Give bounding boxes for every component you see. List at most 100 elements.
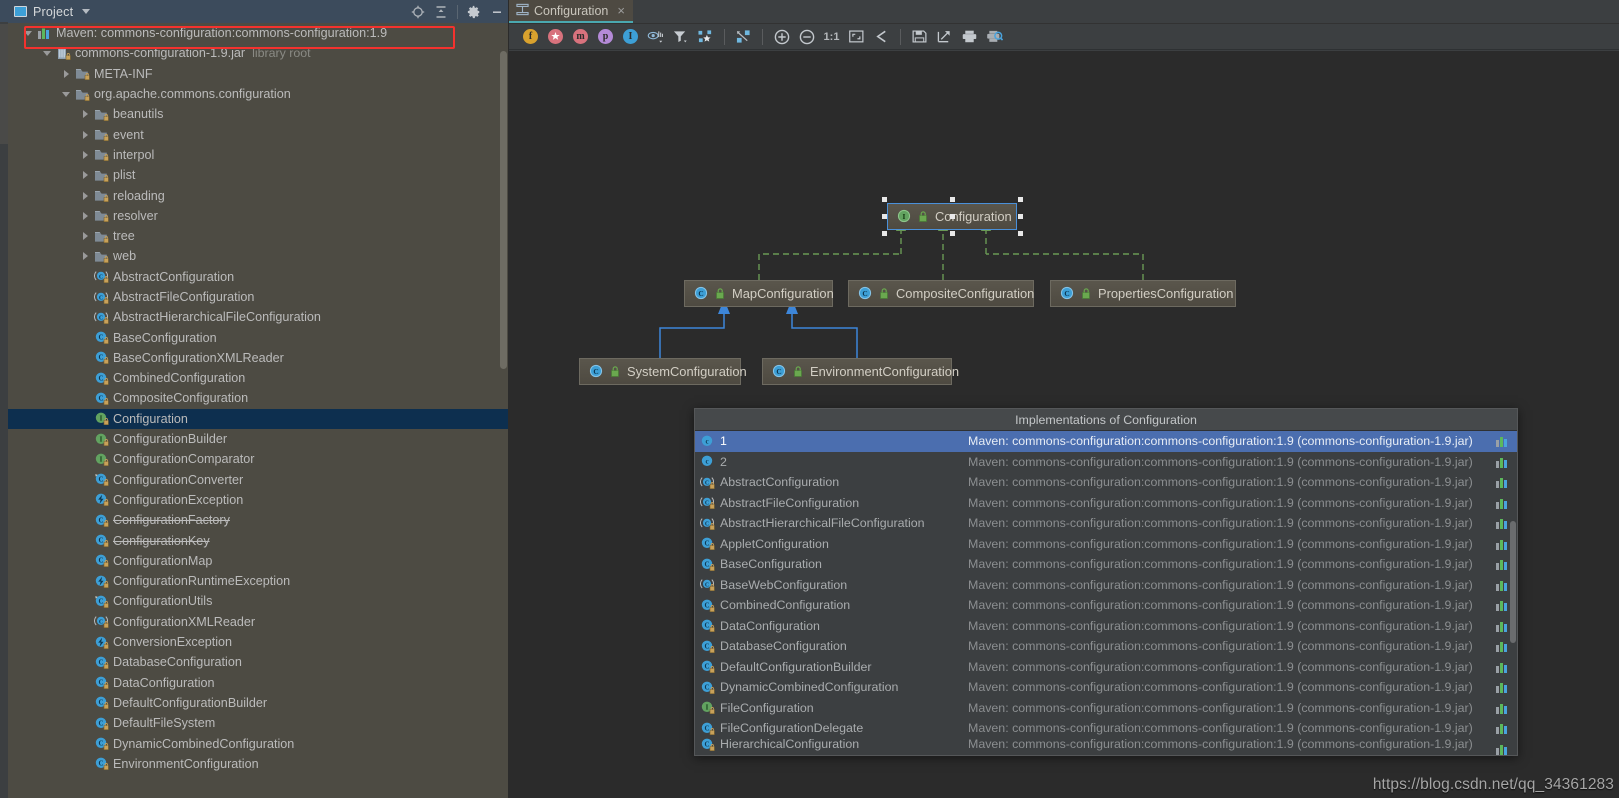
tree-item-org-apache-commons-configuration[interactable]: org.apache.commons.configuration <box>8 84 508 104</box>
implementation-row[interactable]: C CombinedConfiguration Maven: commons-con… <box>695 595 1517 616</box>
implementation-row[interactable]: C BaseConfiguration Maven: commons-configu… <box>695 554 1517 575</box>
layout-button[interactable] <box>869 25 894 49</box>
tree-item-interpol[interactable]: interpol <box>8 145 508 165</box>
show-properties-toggle[interactable]: p <box>593 25 618 49</box>
actual-size-button[interactable]: 1:1 <box>819 25 844 49</box>
locate-icon[interactable] <box>411 5 425 19</box>
tree-item-abstracthierarchicalfileconfiguration[interactable]: C AbstractHierarchicalFileConfiguration <box>8 307 508 327</box>
tree-item-event[interactable]: event <box>8 124 508 144</box>
export-to-file-button[interactable] <box>932 25 957 49</box>
selection-handle[interactable] <box>1018 231 1023 236</box>
chevron-right-icon[interactable] <box>62 68 73 79</box>
tree-item-configurationmap[interactable]: C ConfigurationMap <box>8 551 508 571</box>
diagram-node-environmentconfiguration[interactable]: C EnvironmentConfiguration <box>762 358 959 385</box>
tree-item-maven-commons-configuration-commons-configuration-1-9[interactable]: Maven: commons-configuration:commons-con… <box>8 23 508 43</box>
implementation-row[interactable]: c 2 Maven: commons-configuration:commons-c… <box>695 452 1517 473</box>
print-button[interactable] <box>957 25 982 49</box>
minimize-icon[interactable] <box>490 5 504 19</box>
print-preview-button[interactable] <box>982 25 1007 49</box>
show-constructors-toggle[interactable] <box>543 25 568 49</box>
tree-item-configurationkey[interactable]: C ConfigurationKey <box>8 530 508 550</box>
close-icon[interactable]: × <box>617 3 625 18</box>
zoom-in-button[interactable] <box>769 25 794 49</box>
show-inner-classes-toggle[interactable]: I <box>618 25 643 49</box>
tree-item-meta-inf[interactable]: META-INF <box>8 64 508 84</box>
chevron-right-icon[interactable] <box>81 251 92 262</box>
project-title-group[interactable]: Project <box>14 5 91 19</box>
tree-item-configurationconverter[interactable]: C ConfigurationConverter <box>8 470 508 490</box>
selection-handle[interactable] <box>950 197 955 202</box>
implementation-row[interactable]: C DynamicCombinedConfiguration Maven: comm… <box>695 677 1517 698</box>
diagram-node-mapconfiguration[interactable]: C MapConfiguration <box>684 280 834 307</box>
tree-item-abstractconfiguration[interactable]: C AbstractConfiguration <box>8 267 508 287</box>
tree-item-defaultconfigurationbuilder[interactable]: C DefaultConfigurationBuilder <box>8 693 508 713</box>
tree-item-baseconfiguration[interactable]: C BaseConfiguration <box>8 327 508 347</box>
add-to-favorites-button[interactable] <box>693 25 718 49</box>
tree-item-dataconfiguration[interactable]: C DataConfiguration <box>8 673 508 693</box>
selection-handle[interactable] <box>950 231 955 236</box>
tree-item-commons-configuration-1-9-jar[interactable]: commons-configuration-1.9.jar library roo… <box>8 43 508 63</box>
selection-handle[interactable] <box>1018 214 1023 219</box>
tree-item-configuration[interactable]: I Configuration <box>8 408 508 429</box>
implementations-scrollbar[interactable] <box>1510 521 1516 643</box>
tree-item-configurationruntimeexception[interactable]: ConfigurationRuntimeException <box>8 571 508 591</box>
chevron-right-icon[interactable] <box>81 231 92 242</box>
tree-item-tree[interactable]: tree <box>8 226 508 246</box>
chevron-right-icon[interactable] <box>81 190 92 201</box>
uml-diagram-canvas[interactable]: I Configuration C MapConfiguration C Composit… <box>509 51 1619 798</box>
selection-handle[interactable] <box>882 197 887 202</box>
tree-item-conversionexception[interactable]: ConversionException <box>8 632 508 652</box>
tree-item-combinedconfiguration[interactable]: C CombinedConfiguration <box>8 368 508 388</box>
implementation-row[interactable]: C DatabaseConfiguration Maven: commons-con… <box>695 636 1517 657</box>
tree-item-configurationcomparator[interactable]: I ConfigurationComparator <box>8 449 508 469</box>
chevron-right-icon[interactable] <box>81 149 92 160</box>
diagram-node-propertiesconfiguration[interactable]: C PropertiesConfiguration <box>1050 280 1236 307</box>
tree-item-resolver[interactable]: resolver <box>8 206 508 226</box>
implementation-row[interactable]: C DefaultConfigurationBuilder Maven: commo… <box>695 657 1517 678</box>
tree-item-configurationbuilder[interactable]: I ConfigurationBuilder <box>8 429 508 449</box>
tree-item-configurationfactory[interactable]: C ConfigurationFactory <box>8 510 508 530</box>
implementation-row[interactable]: C AppletConfiguration Maven: commons-confi… <box>695 534 1517 555</box>
change-visibility-level-button[interactable] <box>643 25 668 49</box>
implementation-row[interactable]: C DataConfiguration Maven: commons-configu… <box>695 616 1517 637</box>
zoom-out-button[interactable] <box>794 25 819 49</box>
show-fields-toggle[interactable]: f <box>518 25 543 49</box>
chevron-down-icon[interactable] <box>62 89 73 100</box>
implementation-row[interactable]: C AbstractHierarchicalFileConfiguration Ma… <box>695 513 1517 534</box>
implementation-row[interactable]: C AbstractConfiguration Maven: commons-con… <box>695 472 1517 493</box>
project-tree-scrollbar[interactable] <box>500 51 507 369</box>
tree-item-abstractfileconfiguration[interactable]: C AbstractFileConfiguration <box>8 287 508 307</box>
tree-item-defaultfilesystem[interactable]: C DefaultFileSystem <box>8 713 508 733</box>
settings-gear-icon[interactable] <box>467 5 481 19</box>
implementation-row[interactable]: C BaseWebConfiguration Maven: commons-conf… <box>695 575 1517 596</box>
expand-nodes-button[interactable] <box>731 25 756 49</box>
tree-item-web[interactable]: web <box>8 246 508 266</box>
chevron-right-icon[interactable] <box>81 129 92 140</box>
tree-item-configurationxmlreader[interactable]: C ConfigurationXMLReader <box>8 612 508 632</box>
implementations-list[interactable]: c 1 Maven: commons-configuration:commons-c… <box>695 431 1517 755</box>
chevron-right-icon[interactable] <box>81 170 92 181</box>
selection-handle[interactable] <box>882 231 887 236</box>
tree-item-compositeconfiguration[interactable]: C CompositeConfiguration <box>8 388 508 408</box>
project-tree[interactable]: Maven: commons-configuration:commons-con… <box>8 23 508 798</box>
tab-configuration[interactable]: Configuration × <box>509 0 633 23</box>
filter-button[interactable] <box>668 25 693 49</box>
tree-item-configurationutils[interactable]: C ConfigurationUtils <box>8 591 508 611</box>
selection-handle[interactable] <box>882 214 887 219</box>
implementation-row[interactable]: C AbstractFileConfiguration Maven: commons… <box>695 493 1517 514</box>
diagram-node-systemconfiguration[interactable]: C SystemConfiguration <box>579 358 747 385</box>
chevron-down-icon[interactable] <box>82 9 91 14</box>
collapse-all-icon[interactable] <box>434 5 448 19</box>
chevron-right-icon[interactable] <box>81 109 92 120</box>
chevron-down-icon[interactable] <box>24 28 35 39</box>
chevron-down-icon[interactable] <box>43 48 54 59</box>
tree-item-configurationexception[interactable]: ConfigurationException <box>8 490 508 510</box>
implementation-row[interactable]: C HierarchicalConfiguration Maven: commons… <box>695 737 1517 755</box>
tree-item-databaseconfiguration[interactable]: C DatabaseConfiguration <box>8 652 508 672</box>
tree-item-baseconfigurationxmlreader[interactable]: C BaseConfigurationXMLReader <box>8 348 508 368</box>
fit-content-button[interactable] <box>844 25 869 49</box>
tree-item-reloading[interactable]: reloading <box>8 185 508 205</box>
tree-item-dynamiccombinedconfiguration[interactable]: C DynamicCombinedConfiguration <box>8 733 508 753</box>
tree-item-environmentconfiguration[interactable]: C EnvironmentConfiguration <box>8 754 508 774</box>
selection-handle[interactable] <box>1018 197 1023 202</box>
